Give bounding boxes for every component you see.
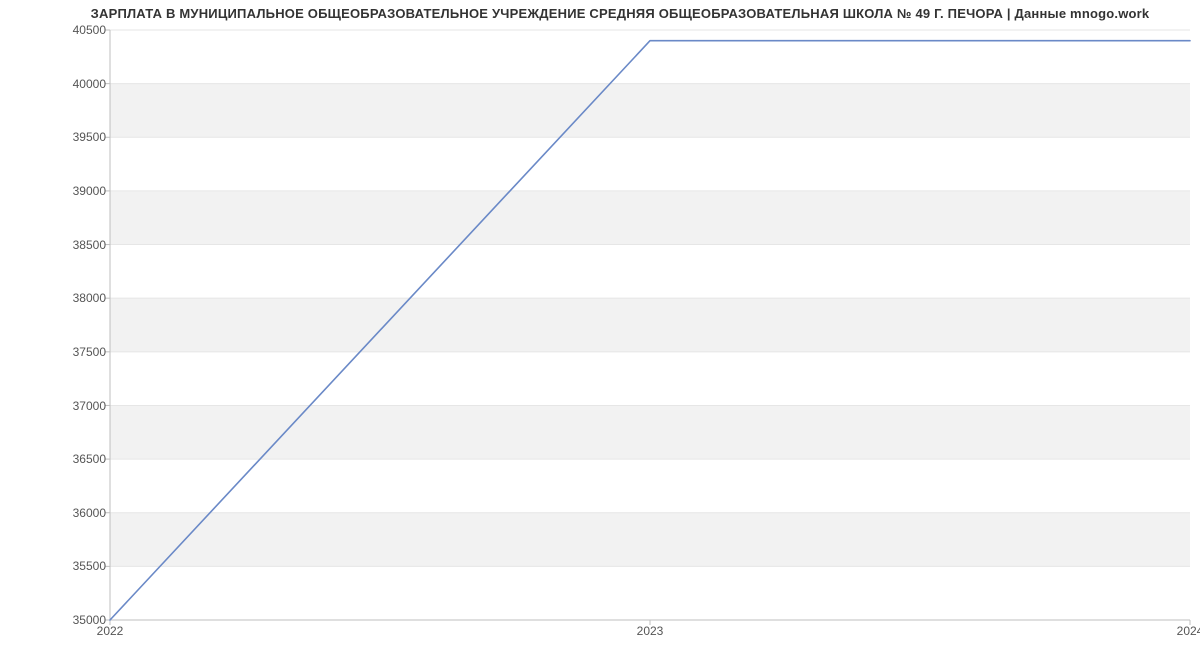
y-tick-label: 36500	[46, 452, 106, 466]
y-tick-label: 39000	[46, 184, 106, 198]
x-tick-label: 2024	[1177, 624, 1200, 638]
y-tick-label: 38000	[46, 291, 106, 305]
x-tick-label: 2022	[97, 624, 124, 638]
y-tick-label: 35500	[46, 559, 106, 573]
y-tick-label: 39500	[46, 130, 106, 144]
chart-container: ЗАРПЛАТА В МУНИЦИПАЛЬНОЕ ОБЩЕОБРАЗОВАТЕЛ…	[0, 0, 1200, 650]
y-tick-label: 36000	[46, 506, 106, 520]
plot-svg	[110, 30, 1190, 620]
plot-area	[110, 30, 1190, 620]
x-tick-label: 2023	[637, 624, 664, 638]
chart-title: ЗАРПЛАТА В МУНИЦИПАЛЬНОЕ ОБЩЕОБРАЗОВАТЕЛ…	[50, 6, 1190, 21]
y-tick-label: 38500	[46, 238, 106, 252]
y-tick-label: 40000	[46, 77, 106, 91]
y-tick-label: 37000	[46, 399, 106, 413]
y-tick-label: 40500	[46, 23, 106, 37]
y-tick-label: 37500	[46, 345, 106, 359]
